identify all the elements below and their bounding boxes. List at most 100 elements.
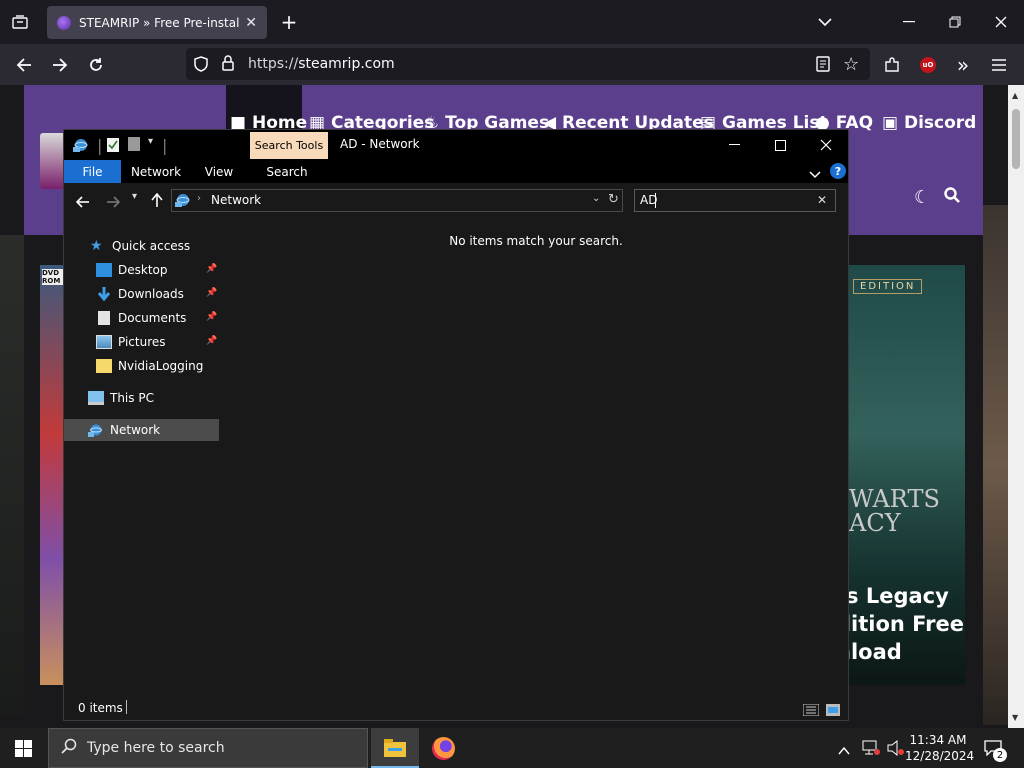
item-count: 0 items bbox=[78, 701, 123, 715]
tracking-shield-icon[interactable] bbox=[194, 56, 208, 76]
new-tab-icon[interactable]: + bbox=[276, 9, 302, 35]
expand-ribbon-chevron-icon[interactable] bbox=[809, 164, 821, 183]
network-folder-icon bbox=[72, 137, 90, 157]
nav-pictures[interactable]: Pictures bbox=[96, 331, 166, 353]
tab-title: STEAMRIP » Free Pre-installed Steam Game… bbox=[79, 15, 240, 30]
desktop-icon bbox=[96, 263, 112, 277]
steamrip-favicon bbox=[57, 15, 71, 30]
close-tab-icon[interactable]: ✕ bbox=[245, 15, 257, 31]
lock-icon[interactable] bbox=[222, 55, 234, 75]
nav-this-pc[interactable]: This PC bbox=[88, 387, 154, 409]
windows-start-icon[interactable] bbox=[15, 740, 32, 761]
forward-arrow-icon[interactable] bbox=[47, 52, 73, 78]
taskbar-firefox[interactable] bbox=[420, 728, 468, 768]
refresh-icon[interactable]: ↻ bbox=[608, 192, 619, 207]
large-icons-view-icon[interactable] bbox=[826, 701, 840, 720]
up-arrow-icon[interactable] bbox=[151, 192, 163, 211]
nav-downloads[interactable]: Downloads bbox=[96, 283, 184, 305]
scrollbar-thumb[interactable] bbox=[1012, 109, 1020, 169]
browser-navigation-bar: https://steamrip.com ☆ uO » bbox=[0, 44, 1024, 85]
addon-badge: uO bbox=[920, 57, 936, 73]
minimize-icon[interactable] bbox=[711, 130, 757, 160]
game-title-line-2[interactable]: dition Free bbox=[836, 612, 964, 636]
pictures-icon bbox=[96, 335, 112, 349]
taskbar-search-placeholder: Type here to search bbox=[87, 740, 225, 756]
nav-quick-access[interactable]: ★ Quick access bbox=[90, 235, 190, 257]
nav-downloads-label: Downloads bbox=[118, 287, 184, 301]
tab-file[interactable]: File bbox=[64, 160, 121, 183]
clear-search-icon[interactable]: ✕ bbox=[817, 193, 827, 207]
back-arrow-icon[interactable] bbox=[11, 52, 37, 78]
address-bar[interactable]: › Network ⌄ ↻ bbox=[171, 189, 623, 212]
list-all-tabs-icon[interactable] bbox=[7, 9, 33, 35]
scroll-up-icon[interactable]: ▲ bbox=[1012, 91, 1018, 100]
reload-icon[interactable] bbox=[83, 52, 109, 78]
close-browser-icon[interactable] bbox=[988, 9, 1014, 35]
back-icon[interactable] bbox=[75, 193, 90, 212]
breadcrumb-network[interactable]: Network bbox=[211, 193, 261, 207]
dark-mode-moon-icon[interactable]: ☾ bbox=[914, 187, 930, 208]
maximize-icon[interactable] bbox=[757, 130, 803, 160]
nav-desktop[interactable]: Desktop bbox=[96, 259, 168, 281]
file-list-pane[interactable]: No items match your search. bbox=[221, 217, 848, 696]
menu-discord[interactable]: ▣ Discord bbox=[882, 113, 976, 133]
recent-locations-chevron-icon[interactable]: ▾ bbox=[132, 191, 137, 202]
scroll-down-icon[interactable]: ▼ bbox=[1012, 713, 1018, 722]
properties-check-icon[interactable] bbox=[107, 137, 119, 156]
forward-icon[interactable] bbox=[106, 193, 121, 212]
close-icon[interactable] bbox=[803, 130, 849, 160]
taskbar-file-explorer[interactable] bbox=[371, 728, 419, 768]
tab-search[interactable]: Search bbox=[257, 160, 317, 183]
clock-time: 11:34 AM bbox=[909, 733, 967, 747]
more-tools-chevron-icon[interactable]: » bbox=[950, 52, 976, 78]
extensions-puzzle-icon[interactable] bbox=[879, 52, 905, 78]
nav-pictures-label: Pictures bbox=[118, 335, 166, 349]
page-scrollbar[interactable]: ▲ ▼ bbox=[1008, 85, 1024, 728]
pin-icon[interactable]: 📌 bbox=[206, 312, 217, 322]
pin-icon[interactable]: 📌 bbox=[206, 288, 217, 298]
nav-network-label: Network bbox=[110, 423, 161, 437]
nav-documents[interactable]: Documents bbox=[96, 307, 186, 329]
help-icon[interactable]: ? bbox=[830, 163, 846, 179]
nav-nvidialogging[interactable]: NvidiaLogging bbox=[96, 355, 203, 377]
window-title: AD - Network bbox=[340, 137, 420, 151]
new-folder-icon[interactable] bbox=[128, 137, 140, 151]
minimize-browser-icon[interactable] bbox=[896, 9, 922, 35]
ribbon-tabs: File Network View Search ? bbox=[64, 160, 848, 183]
nav-network[interactable]: Network bbox=[88, 419, 160, 441]
taskbar-search-box[interactable]: Type here to search bbox=[48, 728, 368, 768]
restore-browser-icon[interactable] bbox=[942, 9, 968, 35]
text-caret bbox=[655, 193, 656, 208]
tab-network[interactable]: Network bbox=[126, 160, 186, 183]
search-input[interactable]: AD ✕ bbox=[634, 189, 836, 212]
reader-view-icon[interactable] bbox=[816, 56, 830, 76]
show-hidden-icons-chevron-icon[interactable] bbox=[838, 740, 850, 759]
browser-tab[interactable]: STEAMRIP » Free Pre-installed Steam Game… bbox=[47, 6, 267, 39]
file-explorer-icon bbox=[384, 739, 406, 761]
pin-icon[interactable]: 📌 bbox=[206, 264, 217, 274]
volume-muted-icon[interactable] bbox=[887, 739, 905, 760]
address-history-chevron-icon[interactable]: ⌄ bbox=[592, 193, 600, 204]
quick-access-toolbar-dropdown-icon[interactable]: ▾ bbox=[148, 136, 153, 147]
game-title-line-1[interactable]: ts Legacy bbox=[836, 584, 949, 608]
breadcrumb-separator-icon[interactable]: › bbox=[197, 193, 201, 204]
notification-count-badge: 2 bbox=[993, 748, 1007, 762]
clock-date: 12/28/2024 bbox=[905, 749, 975, 763]
pin-icon[interactable]: 📌 bbox=[206, 336, 217, 346]
ublock-origin-icon[interactable]: uO bbox=[915, 52, 941, 78]
menu-hamburger-icon[interactable] bbox=[986, 52, 1012, 78]
tab-overflow-chevron-icon[interactable] bbox=[812, 9, 838, 35]
explorer-title-bar[interactable]: | ▾ | Search Tools AD - Network bbox=[64, 130, 848, 160]
network-location-icon bbox=[174, 192, 192, 212]
details-view-icon[interactable] bbox=[802, 701, 820, 720]
url-scheme: https:// bbox=[248, 56, 299, 72]
taskbar-clock[interactable]: 11:34 AM 12/28/2024 bbox=[905, 732, 975, 764]
nav-documents-label: Documents bbox=[118, 311, 187, 325]
edition-badge: EDITION bbox=[853, 279, 923, 294]
site-search-icon[interactable] bbox=[944, 187, 960, 207]
url-bar[interactable]: https://steamrip.com ☆ bbox=[186, 48, 870, 80]
bookmark-star-icon[interactable]: ☆ bbox=[843, 54, 859, 75]
tab-view[interactable]: View bbox=[194, 160, 244, 183]
search-tools-contextual-tab[interactable]: Search Tools bbox=[250, 132, 328, 159]
network-status-icon[interactable] bbox=[862, 740, 880, 760]
